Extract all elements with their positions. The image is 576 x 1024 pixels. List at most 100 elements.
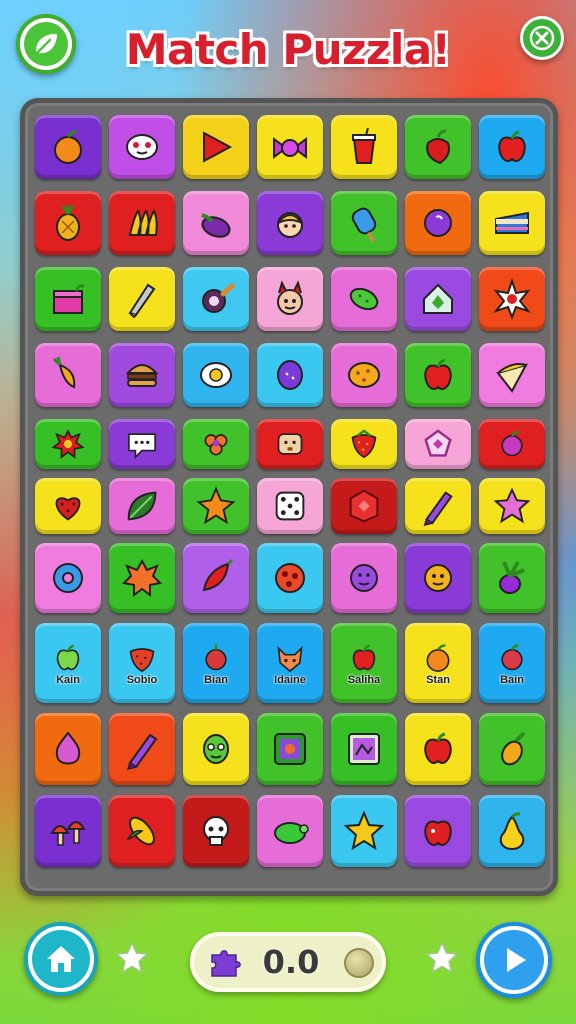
tile-green-leaf[interactable] [109, 478, 175, 534]
tile-red-cherry-apple[interactable] [405, 795, 471, 867]
tile-green-house[interactable] [405, 267, 471, 331]
tile-toast-face[interactable] [257, 419, 323, 469]
tile-eggplant[interactable] [183, 191, 249, 255]
flower-frame-icon [274, 733, 306, 765]
pentagon-gem-icon [424, 429, 452, 457]
tile-red-splat[interactable] [35, 419, 101, 469]
tile-orange-flower[interactable] [183, 419, 249, 469]
tile-purple-onion[interactable] [35, 713, 101, 785]
tile-purple-crayon[interactable] [405, 478, 471, 534]
tile-frying-pan[interactable] [183, 267, 249, 331]
tile-mushroom-face[interactable] [109, 115, 175, 179]
home-button[interactable] [24, 922, 98, 996]
tile-orange-fruit[interactable]: Stan [405, 623, 471, 703]
tile-orange-star[interactable] [183, 478, 249, 534]
tile-red-onion[interactable]: Bian [183, 623, 249, 703]
tile-red-apple[interactable] [405, 343, 471, 407]
burger-icon [125, 364, 159, 387]
white-skull-icon [203, 816, 229, 846]
tile-pink-star[interactable] [479, 478, 545, 534]
tile-orange-fruit[interactable] [35, 115, 101, 179]
tile-gift-box[interactable] [35, 267, 101, 331]
home-icon [32, 930, 90, 988]
tile-heart-berry[interactable] [35, 478, 101, 534]
tile-red-drink-cup[interactable] [331, 115, 397, 179]
strawberry-icon [351, 429, 377, 459]
tile-green-alien[interactable] [183, 713, 249, 785]
tile-red-pizza[interactable] [257, 543, 323, 613]
tile-chat-bubble[interactable] [109, 419, 175, 469]
candy-wrapper-icon [273, 137, 307, 159]
tile-blue-donut[interactable] [35, 543, 101, 613]
tile-ice-pop[interactable] [331, 191, 397, 255]
tile-devil-face[interactable] [257, 267, 323, 331]
tile-strawberry[interactable] [331, 419, 397, 469]
tile-blonde-face[interactable] [257, 191, 323, 255]
tile-star-burst[interactable] [479, 267, 545, 331]
devil-face-icon [277, 280, 303, 315]
tile-flower-frame[interactable] [257, 713, 323, 785]
red-plum-icon [501, 644, 523, 671]
green-leaf-icon [127, 491, 157, 521]
tile-chili-pepper[interactable] [183, 543, 249, 613]
orange-flower-icon [204, 434, 228, 456]
red-badge-icon [349, 489, 379, 523]
tile-green-turtle[interactable] [257, 795, 323, 867]
tile-carrot[interactable] [35, 343, 101, 407]
logo-button[interactable] [16, 14, 76, 74]
tile-red-apple[interactable] [405, 713, 471, 785]
tile-green-apple[interactable]: Kain [35, 623, 101, 703]
red-drink-cup-icon [352, 127, 376, 164]
tile-paint-brush[interactable] [109, 267, 175, 331]
tile-white-skull[interactable] [183, 795, 249, 867]
tile-orange-pineapple[interactable] [479, 713, 545, 785]
tile-dice[interactable] [257, 478, 323, 534]
tile-beet-sprout[interactable] [479, 543, 545, 613]
tile-red-apple[interactable] [479, 115, 545, 179]
tile-red-badge[interactable] [331, 478, 397, 534]
play-button[interactable] [476, 922, 552, 998]
tile-orange-potato[interactable] [331, 343, 397, 407]
purple-crayon-icon [126, 733, 158, 771]
close-button[interactable] [520, 16, 564, 60]
tile-label: Bain [500, 674, 524, 686]
tile-fox-face[interactable]: Idaine [257, 623, 323, 703]
tile-mushroom-cluster[interactable] [35, 795, 101, 867]
tile-gold-star[interactable] [331, 795, 397, 867]
tile-red-arrow[interactable] [183, 115, 249, 179]
tile-orange-face[interactable] [405, 543, 471, 613]
tile-label: Stan [426, 674, 450, 686]
red-apple-icon [352, 644, 376, 671]
tile-purple-plum[interactable] [405, 191, 471, 255]
tile-yellow-pear[interactable] [479, 795, 545, 867]
tile-purple-crayon[interactable] [109, 713, 175, 785]
tile-green-pickle[interactable] [331, 267, 397, 331]
orange-face-icon [424, 564, 452, 592]
tile-ice-cream-cone[interactable] [479, 343, 545, 407]
tile-purple-button[interactable] [331, 543, 397, 613]
chili-pepper-icon [202, 558, 234, 592]
score-knob[interactable] [344, 948, 374, 978]
tile-photo-frame[interactable] [331, 713, 397, 785]
tile-corn-cob[interactable] [109, 795, 175, 867]
tile-fried-egg[interactable] [183, 343, 249, 407]
purple-bean-icon [277, 360, 303, 390]
tile-red-pepper[interactable] [405, 115, 471, 179]
tile-label: Saliha [347, 674, 381, 686]
tile-orange-splat[interactable] [109, 543, 175, 613]
chat-bubble-icon [128, 433, 156, 460]
tile-burger[interactable] [109, 343, 175, 407]
tile-pentagon-gem[interactable] [405, 419, 471, 469]
tile-red-strawberry[interactable]: Sobio [109, 623, 175, 703]
tile-purple-berry[interactable] [479, 419, 545, 469]
tile-candy-wrapper[interactable] [257, 115, 323, 179]
pineapple-icon [56, 205, 80, 241]
tile-cake-slice[interactable] [479, 191, 545, 255]
tile-red-plum[interactable]: Bain [479, 623, 545, 703]
tile-banana-bunch[interactable] [109, 191, 175, 255]
purple-crayon-icon [423, 491, 453, 527]
red-cherry-apple-icon [424, 820, 452, 846]
tile-pineapple[interactable] [35, 191, 101, 255]
tile-purple-bean[interactable] [257, 343, 323, 407]
tile-red-apple[interactable]: Saliha [331, 623, 397, 703]
